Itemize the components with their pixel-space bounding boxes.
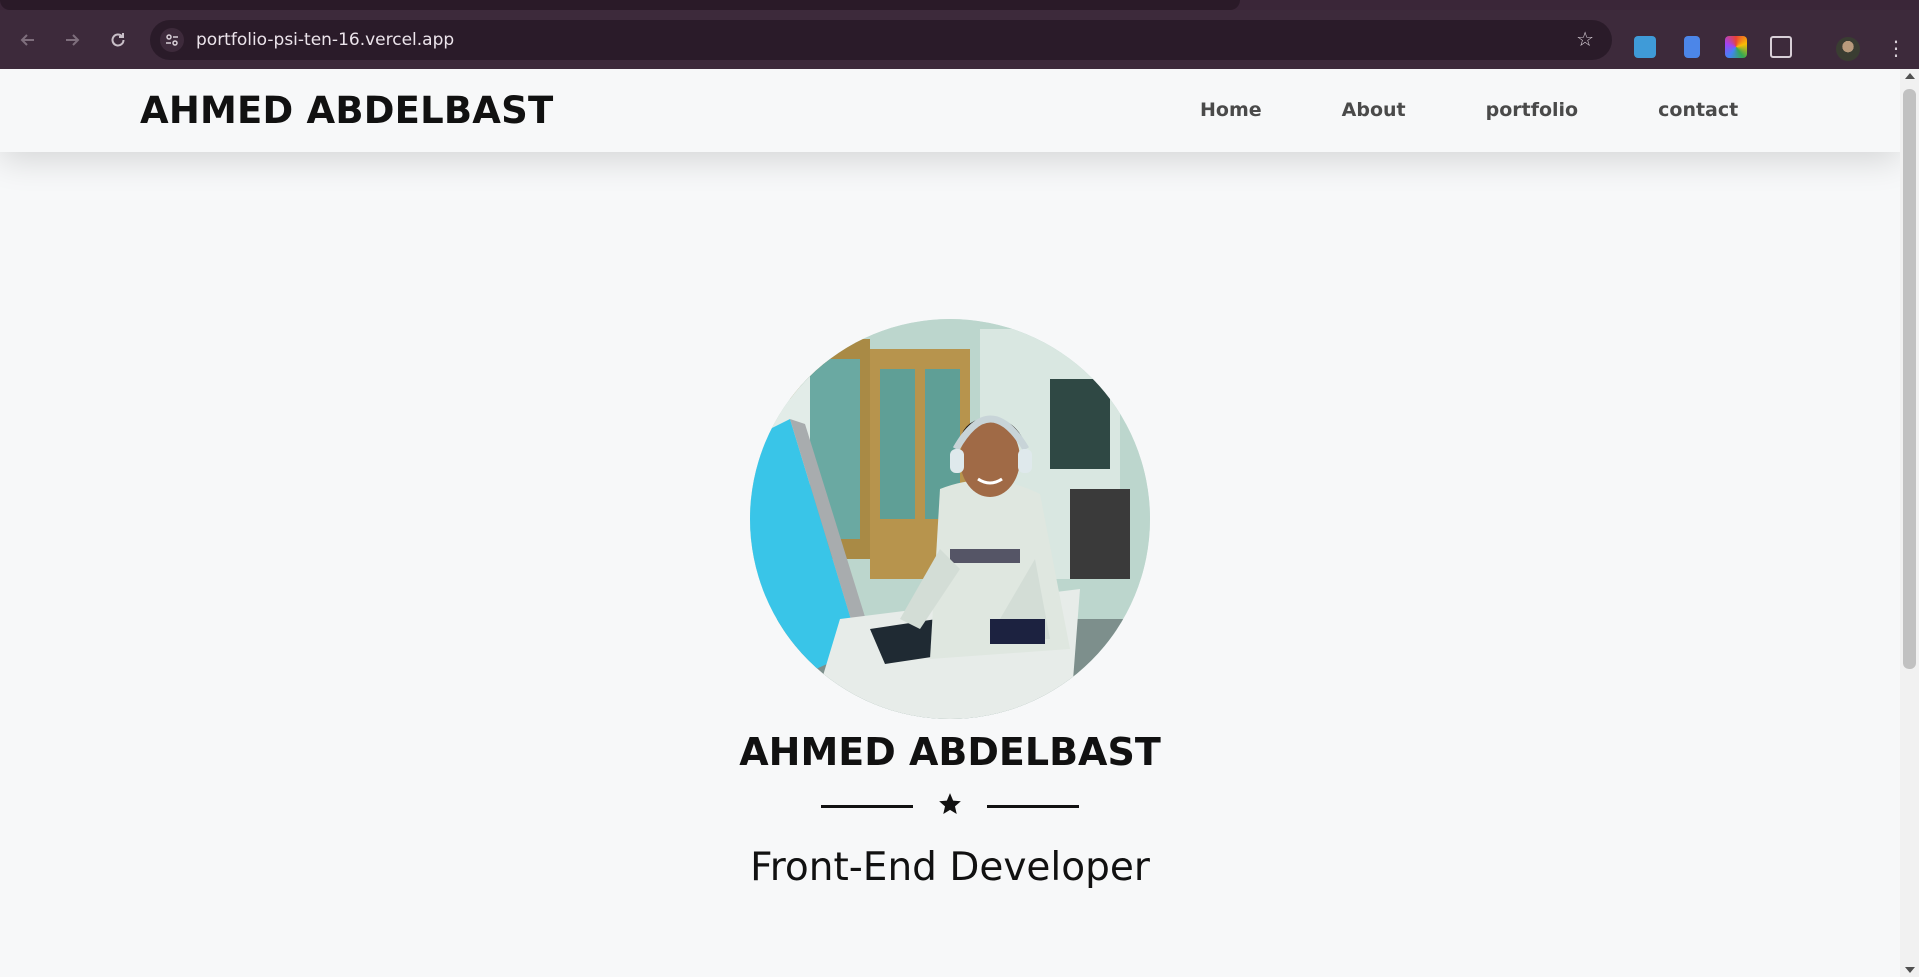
nav-links: Home About portfolio contact xyxy=(1200,99,1818,121)
extension-color-icon[interactable] xyxy=(1725,36,1747,58)
nav-link-about[interactable]: About xyxy=(1342,99,1406,121)
browser-tab-strip xyxy=(0,0,1919,10)
nav-link-home[interactable]: Home xyxy=(1200,99,1262,121)
url-text[interactable]: portfolio-psi-ten-16.vercel.app xyxy=(196,30,454,50)
star-icon xyxy=(937,791,963,817)
site-navbar: AHMED ABDELBAST Home About portfolio con… xyxy=(0,69,1900,152)
page-scrollbar[interactable] xyxy=(1900,69,1919,977)
title-divider xyxy=(821,791,1079,821)
extensions-puzzle-icon[interactable] xyxy=(1770,36,1792,58)
extension-docs-icon[interactable] xyxy=(1684,36,1700,58)
profile-photo xyxy=(750,319,1150,719)
extension-image-icon[interactable] xyxy=(1634,36,1656,58)
back-arrow-icon[interactable] xyxy=(16,28,40,52)
scroll-up-arrow-icon[interactable] xyxy=(1905,73,1915,79)
kebab-menu-icon[interactable]: ⋮ xyxy=(1886,36,1906,60)
address-bar[interactable]: portfolio-psi-ten-16.vercel.app ☆ xyxy=(150,20,1612,60)
reload-icon[interactable] xyxy=(106,28,130,52)
scroll-down-arrow-icon[interactable] xyxy=(1905,967,1915,973)
divider-line-right xyxy=(987,805,1079,808)
hero-name: AHMED ABDELBAST xyxy=(739,730,1161,774)
hero-job-title: Front-End Developer xyxy=(750,845,1150,890)
tune-icon[interactable] xyxy=(160,28,184,52)
nav-link-portfolio[interactable]: portfolio xyxy=(1486,99,1579,121)
profile-avatar[interactable] xyxy=(1836,37,1860,61)
forward-arrow-icon[interactable] xyxy=(60,28,84,52)
star-outline-icon[interactable]: ☆ xyxy=(1576,27,1594,51)
browser-toolbar: portfolio-psi-ten-16.vercel.app ☆ ⋮ xyxy=(0,10,1919,69)
divider-line-left xyxy=(821,805,913,808)
active-tab[interactable] xyxy=(0,0,1240,10)
scrollbar-thumb[interactable] xyxy=(1903,89,1916,669)
page-viewport: AHMED ABDELBAST Home About portfolio con… xyxy=(0,69,1900,977)
nav-link-contact[interactable]: contact xyxy=(1658,99,1738,121)
site-brand[interactable]: AHMED ABDELBAST xyxy=(140,89,553,132)
